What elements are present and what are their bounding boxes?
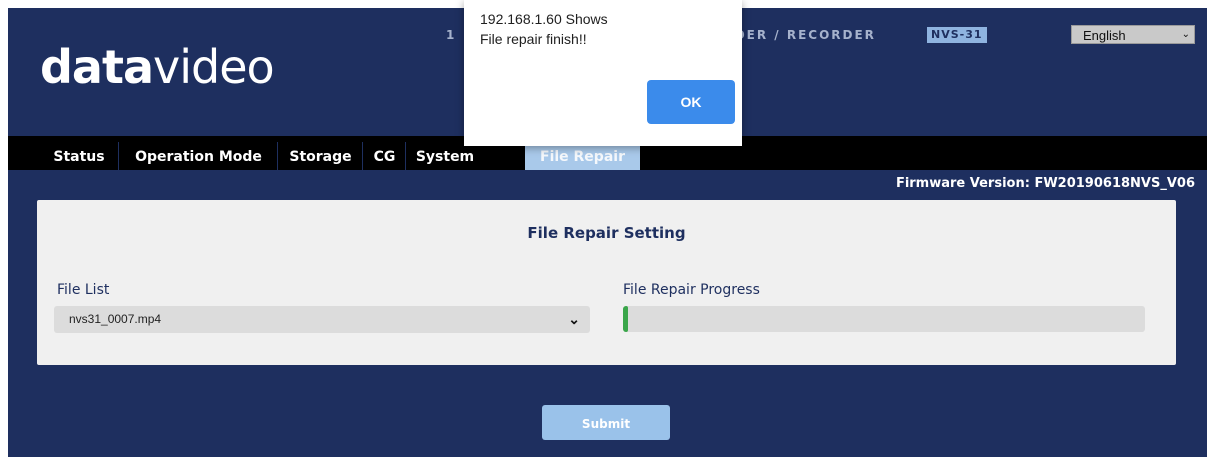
dialog-message: File repair finish!! xyxy=(480,31,587,47)
chevron-down-icon: ⌄ xyxy=(1181,29,1190,40)
tab-cg[interactable]: CG xyxy=(362,142,406,170)
progress-label: File Repair Progress xyxy=(623,282,760,298)
logo-light-part: video xyxy=(153,40,275,94)
tab-system[interactable]: System xyxy=(405,142,484,170)
dialog-title: 192.168.1.60 Shows xyxy=(480,11,608,27)
logo-bold-part: data xyxy=(40,40,154,94)
repair-progress-bar xyxy=(623,306,1145,332)
file-list-label: File List xyxy=(57,282,110,298)
model-title-text: DDER / RECORDER xyxy=(722,28,876,42)
tab-operation-mode[interactable]: Operation Mode xyxy=(118,142,278,170)
panel-title: File Repair Setting xyxy=(527,224,686,242)
firmware-version: Firmware Version: FW20190618NVS_V06 xyxy=(895,176,1195,191)
datavideo-logo: datavideo xyxy=(40,44,275,90)
model-badge: NVS-31 xyxy=(927,27,987,43)
alert-dialog: 192.168.1.60 Shows File repair finish!! … xyxy=(464,0,742,146)
ok-button[interactable]: OK xyxy=(647,80,735,124)
repair-progress-fill xyxy=(623,306,628,332)
file-repair-panel: File Repair Setting File List nvs31_0007… xyxy=(37,200,1176,365)
tab-storage[interactable]: Storage xyxy=(277,142,363,170)
file-list-selected: nvs31_0007.mp4 xyxy=(69,312,162,326)
tab-status[interactable]: Status xyxy=(40,142,118,170)
model-title-prefix: 1 xyxy=(446,28,457,42)
language-select[interactable]: English ⌄ xyxy=(1071,25,1195,44)
language-selected: English xyxy=(1083,28,1126,43)
submit-button[interactable]: Submit xyxy=(542,405,670,440)
chevron-down-icon: ⌄ xyxy=(568,311,580,327)
file-list-select[interactable]: nvs31_0007.mp4 ⌄ xyxy=(54,306,590,333)
tab-file-repair[interactable]: File Repair xyxy=(525,142,640,170)
